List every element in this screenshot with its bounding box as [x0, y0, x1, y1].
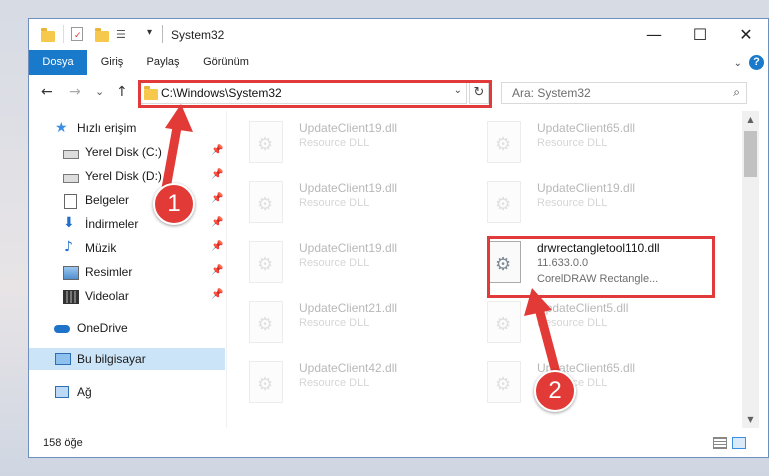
- arrow-2: [524, 288, 563, 385]
- annotation-arrows: [158, 104, 563, 385]
- step-badge-2: 2: [534, 370, 576, 412]
- step-badge-1: 1: [153, 183, 195, 225]
